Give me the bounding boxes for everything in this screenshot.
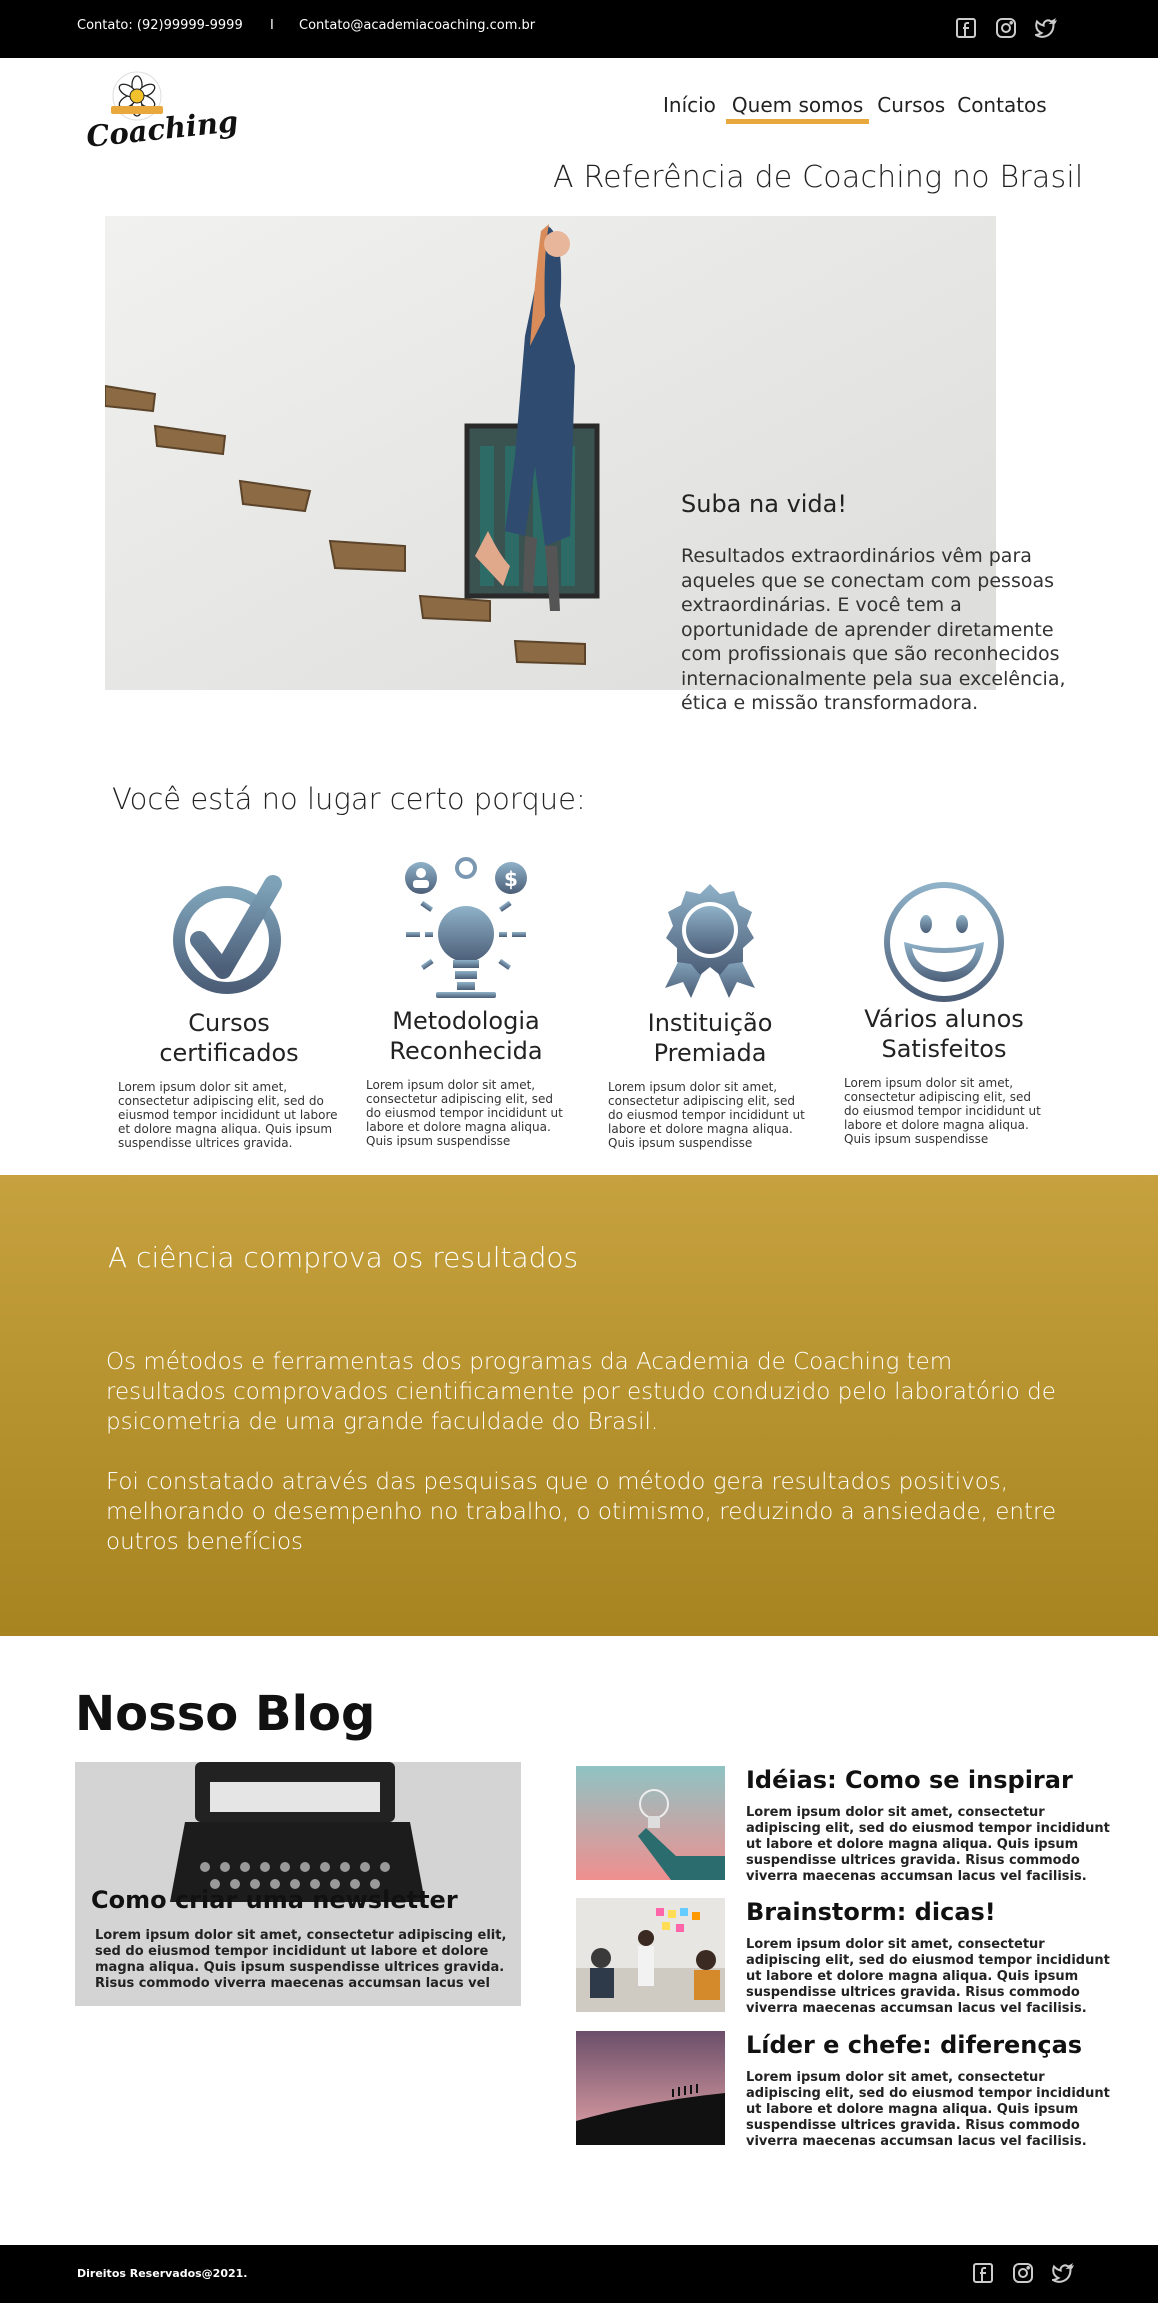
hero-subtitle: Suba na vida! — [681, 490, 847, 518]
svg-text:$: $ — [504, 867, 518, 891]
contact-separator: I — [270, 18, 274, 33]
why-title: Você está no lugar certo porque: — [112, 782, 586, 816]
feature-text: Lorem ipsum dolor sit amet, consectetur … — [118, 1080, 338, 1150]
feature-certified: Cursos certificados Lorem ipsum dolor si… — [118, 872, 340, 1150]
feature-title: Cursos certificados — [159, 1009, 299, 1067]
post-thumbnail[interactable] — [576, 1898, 725, 2012]
instagram-icon[interactable] — [1012, 2262, 1034, 2284]
blog-title: Nosso Blog — [75, 1686, 376, 1742]
hero-text-block: Suba na vida! Resultados extraordinários… — [681, 490, 1091, 716]
feature-satisfied: Vários alunos Satisfeitos Lorem ipsum do… — [844, 880, 1044, 1146]
post-excerpt: Lorem ipsum dolor sit amet, consectetur … — [746, 2070, 1110, 2149]
feature-text: Lorem ipsum dolor sit amet, consectetur … — [844, 1076, 1041, 1146]
checkmark-icon — [173, 875, 282, 994]
main-nav: Início Quem somos Cursos Contatos — [657, 93, 1053, 124]
blog-post[interactable]: Brainstorm: dicas! Lorem ipsum dolor sit… — [576, 1898, 1116, 2016]
science-paragraph-2: Foi constatado através das pesquisas que… — [106, 1469, 1057, 1555]
blog-post[interactable]: Idéias: Como se inspirar Lorem ipsum dol… — [576, 1766, 1116, 1884]
hero-title: A Referência de Coaching no Brasil — [553, 160, 1084, 195]
feature-text: Lorem ipsum dolor sit amet, consectetur … — [608, 1080, 805, 1150]
hero-paragraph: Resultados extraordinários vêm para aque… — [681, 545, 1066, 714]
feature-title: Vários alunos Satisfeitos — [864, 1005, 1024, 1063]
top-social-links — [955, 17, 1057, 39]
nav-quem-somos[interactable]: Quem somos — [725, 93, 870, 124]
contact-phone: Contato: (92)99999-9999 — [77, 18, 243, 33]
science-title: A ciência comprova os resultados — [108, 1241, 579, 1274]
featured-post-excerpt: Lorem ipsum dolor sit amet, consectetur … — [95, 1928, 507, 1991]
feature-text: Lorem ipsum dolor sit amet, consectetur … — [366, 1078, 563, 1148]
featured-post[interactable]: Como criar uma newsletter Lorem ipsum do… — [75, 1762, 521, 2006]
copyright-text: Direitos Reservados@2021. — [77, 2267, 248, 2280]
feature-methodology: $ Metodologia Reconhecida Lorem ipsum do… — [366, 856, 566, 1148]
facebook-icon[interactable] — [972, 2262, 994, 2284]
contact-email[interactable]: Contato@academiacoaching.com.br — [299, 18, 535, 33]
footer-social-links — [972, 2262, 1074, 2284]
feature-title: Instituição Premiada — [647, 1009, 773, 1067]
post-title[interactable]: Líder e chefe: diferenças — [746, 2031, 1082, 2059]
brand-logo[interactable]: Coaching — [84, 68, 240, 158]
science-paragraph-1: Os métodos e ferramentas dos programas d… — [106, 1349, 1056, 1435]
feature-title: Metodologia Reconhecida — [389, 1007, 543, 1065]
smiley-icon — [884, 882, 1004, 1002]
footer: Direitos Reservados@2021. — [0, 2245, 1158, 2303]
top-bar: Contato: (92)99999-9999 I Contato@academ… — [0, 0, 1158, 58]
post-title[interactable]: Idéias: Como se inspirar — [746, 1766, 1073, 1794]
lightbulb-icon: $ — [405, 857, 527, 998]
post-thumbnail[interactable] — [576, 1766, 725, 1880]
nav-cursos[interactable]: Cursos — [871, 93, 951, 124]
science-section: A ciência comprova os resultados Os méto… — [0, 1175, 1158, 1636]
post-excerpt: Lorem ipsum dolor sit amet, consectetur … — [746, 1805, 1110, 1884]
twitter-icon[interactable] — [1049, 2262, 1074, 2284]
twitter-icon[interactable] — [1032, 17, 1057, 39]
nav-contatos[interactable]: Contatos — [951, 93, 1052, 124]
feature-award: Instituição Premiada Lorem ipsum dolor s… — [608, 882, 812, 1150]
featured-post-title[interactable]: Como criar uma newsletter — [91, 1886, 458, 1914]
instagram-icon[interactable] — [995, 17, 1017, 39]
blog-post[interactable]: Líder e chefe: diferenças Lorem ipsum do… — [576, 2031, 1116, 2149]
facebook-icon[interactable] — [955, 17, 977, 39]
nav-inicio[interactable]: Início — [657, 93, 722, 124]
award-medal-icon — [665, 884, 755, 998]
post-title[interactable]: Brainstorm: dicas! — [746, 1898, 996, 1926]
post-thumbnail[interactable] — [576, 2031, 725, 2145]
post-excerpt: Lorem ipsum dolor sit amet, consectetur … — [746, 1937, 1110, 2016]
